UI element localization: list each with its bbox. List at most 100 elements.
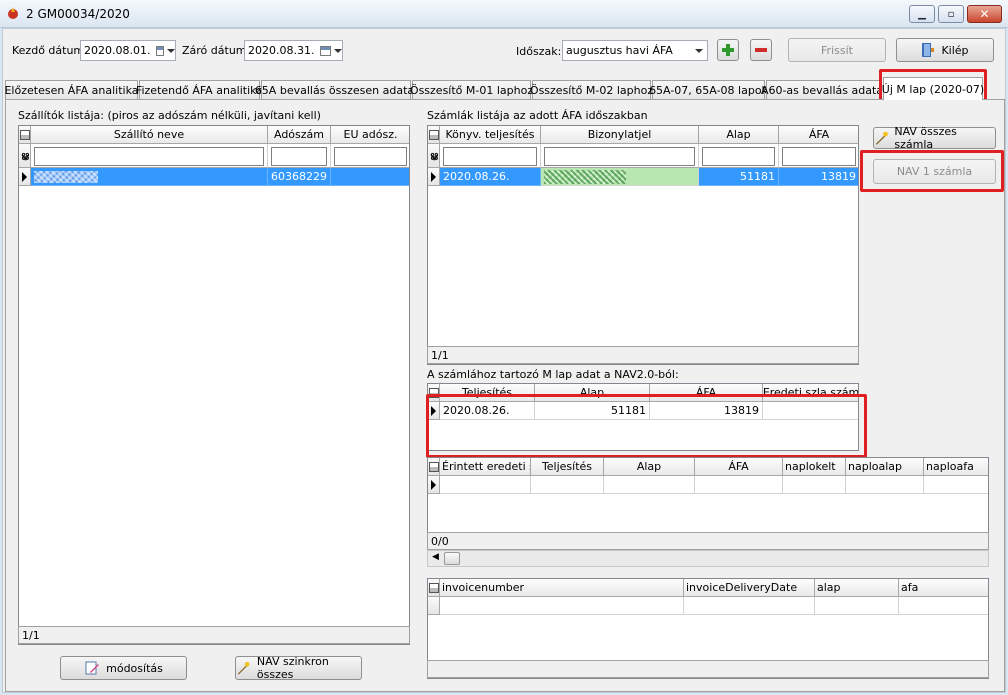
column-header-alap[interactable]: alap [815, 579, 899, 597]
grid-options-icon[interactable] [428, 579, 440, 597]
vat-filter[interactable] [782, 147, 856, 166]
start-date-label: Kezdő dátum: [12, 44, 88, 57]
start-date-value: 2020.08.01. [84, 44, 151, 57]
refresh-button[interactable]: Frissít [788, 38, 886, 62]
column-header-vat[interactable]: ÁFA [650, 384, 763, 402]
table-cell[interactable] [531, 476, 604, 494]
grid-options-icon[interactable] [428, 126, 440, 144]
column-header-naplokelt[interactable]: naplokelt [783, 458, 846, 476]
tab-summary-m02[interactable]: Összesítő M-02 laphoz [530, 80, 653, 99]
base-filter[interactable] [702, 147, 775, 166]
supplier-name-filter[interactable] [34, 147, 264, 166]
nav-sync-all-button[interactable]: NAV szinkron összes [235, 655, 362, 681]
mlap-original-invoice[interactable] [763, 402, 858, 420]
start-date-picker[interactable]: 2020.08.01. [80, 40, 176, 61]
column-header-afa[interactable]: afa [899, 579, 988, 597]
invoices-status: 1/1 [427, 346, 859, 364]
tab-65a07-08[interactable]: 65A-07, 65A-08 lapok [649, 80, 768, 99]
document-filter[interactable] [544, 147, 695, 166]
column-header-vat[interactable]: ÁFA [779, 126, 858, 144]
tab-output-vat-analytics[interactable]: Fizetendő ÁFA analitika [136, 80, 263, 99]
table-cell[interactable] [815, 597, 899, 615]
table-cell[interactable] [695, 476, 783, 494]
column-header-naploalap[interactable]: naploalap [846, 458, 924, 476]
column-header-affected-original[interactable]: Érintett eredeti s... [440, 458, 531, 476]
chevron-down-icon [334, 48, 342, 53]
table-row[interactable] [440, 597, 684, 615]
title-bar: 2 GM00034/2020 ▁ ▫ ✕ [0, 0, 1008, 28]
table-row[interactable] [440, 476, 531, 494]
supplier-eu-tax[interactable] [331, 168, 409, 186]
table-cell[interactable] [783, 476, 846, 494]
column-header-base[interactable]: Alap [699, 126, 779, 144]
grid-options-icon[interactable] [428, 458, 440, 476]
remove-period-button[interactable] [750, 39, 772, 61]
column-header-tax-number[interactable]: Adószám [268, 126, 331, 144]
column-header-supplier-name[interactable]: Szállító neve [31, 126, 268, 144]
table-cell[interactable] [684, 597, 815, 615]
column-header-document[interactable]: Bizonylatjel [541, 126, 699, 144]
table-cell[interactable] [846, 476, 924, 494]
minimize-icon: ▁ [918, 8, 926, 20]
tab-summary-m01[interactable]: Összesítő M-01 laphoz [410, 80, 533, 99]
column-header-fulfillment[interactable]: Teljesítés [440, 384, 535, 402]
table-cell[interactable] [924, 476, 988, 494]
period-select[interactable]: augusztus havi ÁFA [562, 40, 708, 61]
column-header-original-invoice[interactable]: Eredeti szla.szám [763, 384, 858, 402]
column-header-base[interactable]: Alap [604, 458, 695, 476]
column-header-posting-date[interactable]: Könyv. teljesítés [440, 126, 541, 144]
close-button[interactable]: ✕ [967, 5, 1002, 23]
row-indicator [428, 597, 440, 615]
modify-label: módosítás [106, 661, 163, 675]
tax-number-filter[interactable] [271, 147, 327, 166]
column-header-naploafa[interactable]: naploafa [924, 458, 988, 476]
nav-all-invoices-button[interactable]: NAV összes számla [873, 125, 996, 151]
column-header-fulfillment[interactable]: Teljesítés [531, 458, 604, 476]
add-period-button[interactable] [717, 39, 739, 61]
chevron-left-icon[interactable]: ◀ [432, 552, 439, 562]
eu-tax-filter[interactable] [334, 147, 407, 166]
column-header-vat[interactable]: ÁFA [695, 458, 783, 476]
invoice-date[interactable]: 2020.08.26. [440, 168, 541, 186]
table-row[interactable] [31, 168, 268, 186]
invoice-vat[interactable]: 13819 [779, 168, 858, 186]
table-cell[interactable] [604, 476, 695, 494]
mlap-date[interactable]: 2020.08.26. [440, 402, 535, 420]
posting-date-filter[interactable] [443, 147, 537, 166]
invoice-document[interactable] [541, 168, 699, 186]
modify-button[interactable]: módosítás [60, 656, 187, 680]
affected-status: 0/0 [427, 532, 989, 550]
column-header-delivery-date[interactable]: invoiceDeliveryDate [684, 579, 815, 597]
tab-input-vat-analytics[interactable]: Előzetesen ÁFA analitika [4, 80, 139, 99]
redacted-document [544, 169, 626, 184]
column-header-base[interactable]: Alap [535, 384, 650, 402]
invoice-detail-status [427, 660, 989, 678]
window-title: 2 GM00034/2020 [26, 7, 130, 21]
nav-one-invoice-button[interactable]: NAV 1 számla [873, 159, 996, 184]
grid-options-icon[interactable] [19, 126, 31, 144]
chevron-down-icon [695, 48, 703, 53]
door-exit-icon [922, 43, 935, 57]
invoice-base[interactable]: 51181 [699, 168, 779, 186]
tab-strip: Előzetesen ÁFA analitika Fizetendő ÁFA a… [4, 77, 1005, 100]
end-date-picker[interactable]: 2020.08.31. [244, 40, 343, 61]
column-header-eu-tax[interactable]: EU adósz. [331, 126, 409, 144]
column-header-invoicenumber[interactable]: invoicenumber [440, 579, 684, 597]
invoices-grid: Könyv. teljesítés Bizonylatjel Alap ÁFA … [427, 125, 859, 365]
tab-65a-summary[interactable]: 65A bevallás összesen adatai [255, 80, 417, 99]
exit-button[interactable]: Kilép [896, 38, 994, 62]
tab-new-m-sheet[interactable]: Új M lap (2020-07) [882, 77, 984, 100]
grid-options-icon[interactable] [428, 384, 440, 402]
supplier-tax-number[interactable]: 60368229 [268, 168, 331, 186]
mlap-base[interactable]: 51181 [535, 402, 650, 420]
redacted-supplier-name [34, 170, 98, 183]
horizontal-scrollbar[interactable]: ◀ [427, 550, 989, 567]
scroll-thumb[interactable] [444, 552, 460, 565]
app-icon [8, 7, 18, 19]
maximize-button[interactable]: ▫ [938, 5, 964, 23]
mlap-vat[interactable]: 13819 [650, 402, 763, 420]
minimize-button[interactable]: ▁ [909, 5, 935, 23]
table-cell[interactable] [899, 597, 988, 615]
tab-a60-data[interactable]: A60-as bevallás adatai [761, 80, 886, 99]
maximize-icon: ▫ [947, 8, 955, 20]
